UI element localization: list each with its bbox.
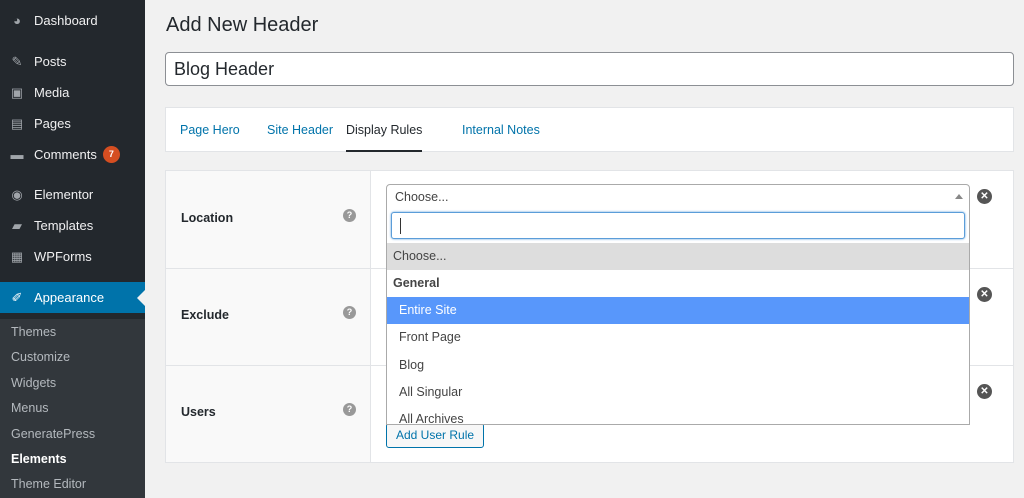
chevron-up-icon	[955, 194, 963, 199]
add-user-rule-button[interactable]: Add User Rule	[386, 423, 485, 448]
option-all-singular[interactable]: All Singular	[387, 379, 969, 406]
tab-site-header[interactable]: Site Header	[267, 108, 333, 152]
tab-internal-notes[interactable]: Internal Notes	[462, 108, 540, 152]
sidebar-item-wpforms[interactable]: ▦ WPForms	[0, 241, 145, 272]
option-group-general: General	[393, 276, 440, 290]
comments-icon: ▬	[10, 147, 24, 162]
location-label: Location	[181, 211, 234, 225]
submenu-item-generatepress[interactable]: GeneratePress	[11, 427, 95, 441]
sidebar-item-label: Elementor	[34, 187, 94, 202]
elementor-icon: ◉	[11, 186, 23, 202]
sidebar-item-templates[interactable]: ▰ Templates	[0, 210, 145, 241]
page-title: Add New Header	[166, 14, 319, 36]
option-entire-site[interactable]: Entire Site	[387, 297, 969, 324]
sidebar-item-elementor[interactable]: ◉ Elementor	[0, 179, 145, 210]
sidebar-item-media[interactable]: ▣ Media	[0, 77, 145, 108]
sidebar-item-appearance[interactable]: ✐ Appearance	[0, 282, 145, 313]
submenu-item-customize[interactable]: Customize	[11, 350, 70, 364]
option-front-page[interactable]: Front Page	[387, 324, 969, 351]
option-choose[interactable]: Choose...	[387, 243, 969, 270]
submenu-item-themes[interactable]: Themes	[11, 325, 56, 339]
location-select[interactable]: Choose...	[386, 184, 970, 209]
location-dropdown: Choose... General Entire Site Front Page…	[386, 208, 970, 425]
submenu-item-theme-editor[interactable]: Theme Editor	[11, 477, 86, 491]
users-label: Users	[181, 405, 216, 419]
select-current-value: Choose...	[395, 190, 449, 204]
media-icon: ▣	[10, 84, 24, 100]
sidebar-item-label: Comments	[34, 147, 97, 162]
wpforms-icon: ▦	[10, 248, 24, 264]
tab-bar: Page Hero Site Header Display Rules Inte…	[165, 107, 1014, 152]
submenu-item-widgets[interactable]: Widgets	[11, 376, 56, 390]
sidebar-item-label: Media	[34, 85, 70, 100]
pages-icon: ▤	[10, 115, 24, 131]
help-icon[interactable]: ?	[343, 403, 356, 416]
submenu-item-menus[interactable]: Menus	[11, 401, 49, 415]
sidebar-item-comments[interactable]: ▬ Comments 7	[0, 139, 145, 170]
comments-count-badge: 7	[102, 146, 120, 163]
sidebar-item-label: Templates	[34, 218, 94, 233]
active-menu-arrow	[137, 290, 145, 306]
admin-sidebar: ◕ Dashboard ✎ Posts ▣ Media ▤ Pages ▬ Co…	[0, 0, 145, 498]
submenu-item-elements[interactable]: Elements	[11, 452, 67, 466]
sidebar-item-label: Appearance	[34, 290, 105, 305]
exclude-label: Exclude	[181, 308, 229, 322]
pushpin-icon: ✎	[11, 53, 23, 69]
dashboard-icon: ◕	[13, 13, 21, 28]
sidebar-item-label: Posts	[34, 54, 67, 69]
remove-location-rule-icon[interactable]: ✕	[977, 189, 992, 204]
help-icon[interactable]: ?	[343, 306, 356, 319]
sidebar-item-label: WPForms	[34, 249, 92, 264]
sidebar-item-label: Dashboard	[34, 13, 98, 28]
option-blog[interactable]: Blog	[387, 352, 969, 379]
folder-icon: ▰	[12, 217, 22, 233]
users-rule-cell: Users ?	[166, 366, 371, 462]
sidebar-item-pages[interactable]: ▤ Pages	[0, 108, 145, 139]
paintbrush-icon: ✐	[11, 289, 23, 305]
sidebar-item-posts[interactable]: ✎ Posts	[0, 46, 145, 77]
header-title-input[interactable]	[165, 52, 1014, 86]
remove-user-rule-icon[interactable]: ✕	[977, 384, 992, 399]
sidebar-item-label: Pages	[34, 116, 71, 131]
appearance-submenu: Themes Customize Widgets Menus GenerateP…	[0, 319, 145, 498]
text-caret	[400, 218, 401, 234]
dropdown-search-input[interactable]	[391, 212, 965, 239]
sidebar-item-dashboard[interactable]: ◕ Dashboard	[0, 5, 145, 36]
option-all-archives[interactable]: All Archives	[387, 406, 969, 424]
exclude-rule-cell: Exclude ?	[166, 269, 371, 365]
remove-exclude-rule-icon[interactable]: ✕	[977, 287, 992, 302]
tab-page-hero[interactable]: Page Hero	[180, 108, 240, 152]
location-rule-cell: Location ?	[166, 171, 371, 268]
help-icon[interactable]: ?	[343, 209, 356, 222]
tab-display-rules[interactable]: Display Rules	[346, 108, 423, 152]
